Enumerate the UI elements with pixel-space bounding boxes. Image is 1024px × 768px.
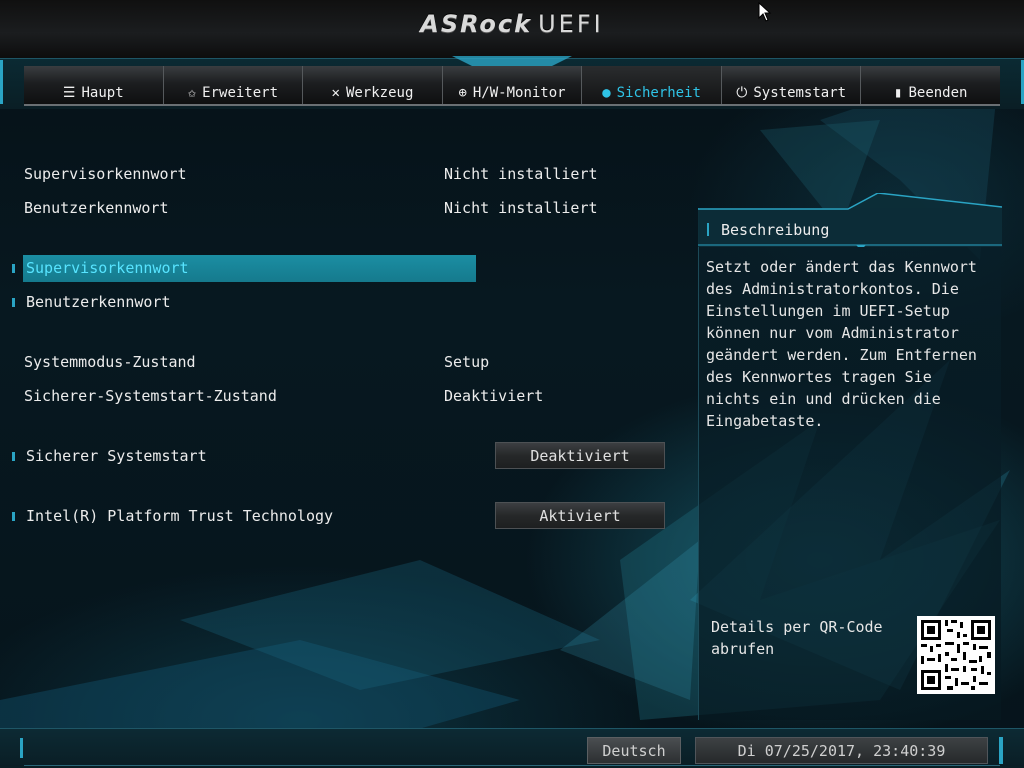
tab-sicherheit[interactable]: ● Sicherheit — [582, 66, 722, 104]
footer-left-accent — [20, 738, 23, 758]
language-button[interactable]: Deutsch — [587, 737, 681, 764]
tab-werkzeug[interactable]: ✕ Werkzeug — [303, 66, 443, 104]
tab-hw-monitor[interactable]: ⊕ H/W-Monitor — [443, 66, 583, 104]
uefi-screen: ASRock UEFI ☰ Haupt ✩ Erweitert ✕ Werkzeu… — [0, 0, 1024, 768]
datetime-display: Di 07/25/2017, 23:40:39 — [695, 737, 988, 764]
footer-right-accent — [999, 737, 1003, 764]
qr-code-image — [917, 616, 995, 694]
item-bullet — [12, 264, 15, 273]
description-title-accent — [707, 223, 709, 236]
tab-haupt[interactable]: ☰ Haupt — [24, 66, 164, 104]
tab-beenden[interactable]: ▮ Beenden — [861, 66, 1000, 104]
tabbar-left-accent — [0, 60, 3, 104]
power-icon: ⏻ — [736, 85, 748, 101]
supervisor-password-status: Nicht installiert — [444, 165, 598, 183]
secure-boot-toggle-button[interactable]: Deaktiviert — [495, 442, 665, 469]
user-password-label: Benutzerkennwort — [24, 199, 169, 217]
brand-name: ASRock — [420, 10, 533, 38]
wrench-icon: ✕ — [331, 85, 340, 101]
tab-label: Systemstart — [753, 85, 847, 101]
list-icon: ☰ — [62, 85, 76, 101]
tab-label: Sicherheit — [616, 85, 701, 101]
main-tabs: ☰ Haupt ✩ Erweitert ✕ Werkzeug ⊕ H/W-Mon… — [24, 66, 1000, 106]
tab-label: Werkzeug — [345, 85, 414, 101]
system-mode-label: Systemmodus-Zustand — [24, 353, 196, 371]
secure-boot-label[interactable]: Sicherer Systemstart — [26, 447, 207, 465]
star-icon: ✩ — [187, 85, 197, 101]
tab-label: Haupt — [81, 85, 124, 101]
description-text: Setzt oder ändert das Kennwort des Admin… — [706, 258, 977, 430]
tab-label: Beenden — [908, 85, 968, 101]
qr-code-pattern — [917, 616, 995, 694]
product-name: UEFI — [538, 10, 604, 38]
supervisor-password-label: Supervisorkennwort — [24, 165, 187, 183]
exit-icon: ▮ — [894, 85, 903, 101]
intel-ptt-toggle-button[interactable]: Aktiviert — [495, 502, 665, 529]
secure-boot-state-label: Sicherer-Systemstart-Zustand — [24, 387, 277, 405]
secure-boot-state-value: Deaktiviert — [444, 387, 544, 405]
tab-erweitert[interactable]: ✩ Erweitert — [164, 66, 304, 104]
footer-divider — [24, 765, 1000, 766]
shield-icon: ● — [602, 85, 611, 101]
item-bullet — [12, 452, 15, 461]
description-title: Beschreibung — [721, 221, 830, 239]
item-bullet — [12, 298, 15, 307]
user-password-status: Nicht installiert — [444, 199, 598, 217]
tab-label: Erweitert — [202, 85, 279, 101]
asrock-uefi-logo: ASRock UEFI — [0, 10, 1024, 38]
qr-code-caption: Details per QR-Code abrufen — [711, 618, 883, 658]
set-supervisor-password-item[interactable]: Supervisorkennwort — [26, 259, 189, 277]
set-user-password-item[interactable]: Benutzerkennwort — [26, 293, 171, 311]
item-bullet — [12, 512, 15, 521]
tab-label: H/W-Monitor — [472, 85, 566, 101]
system-mode-value: Setup — [444, 353, 490, 371]
mouse-cursor-icon — [758, 2, 772, 22]
header-notch — [452, 56, 572, 66]
header: ASRock UEFI — [0, 0, 1024, 60]
tab-systemstart[interactable]: ⏻ Systemstart — [722, 66, 862, 104]
monitor-icon: ⊕ — [458, 85, 467, 101]
intel-ptt-label[interactable]: Intel(R) Platform Trust Technology — [26, 507, 333, 525]
